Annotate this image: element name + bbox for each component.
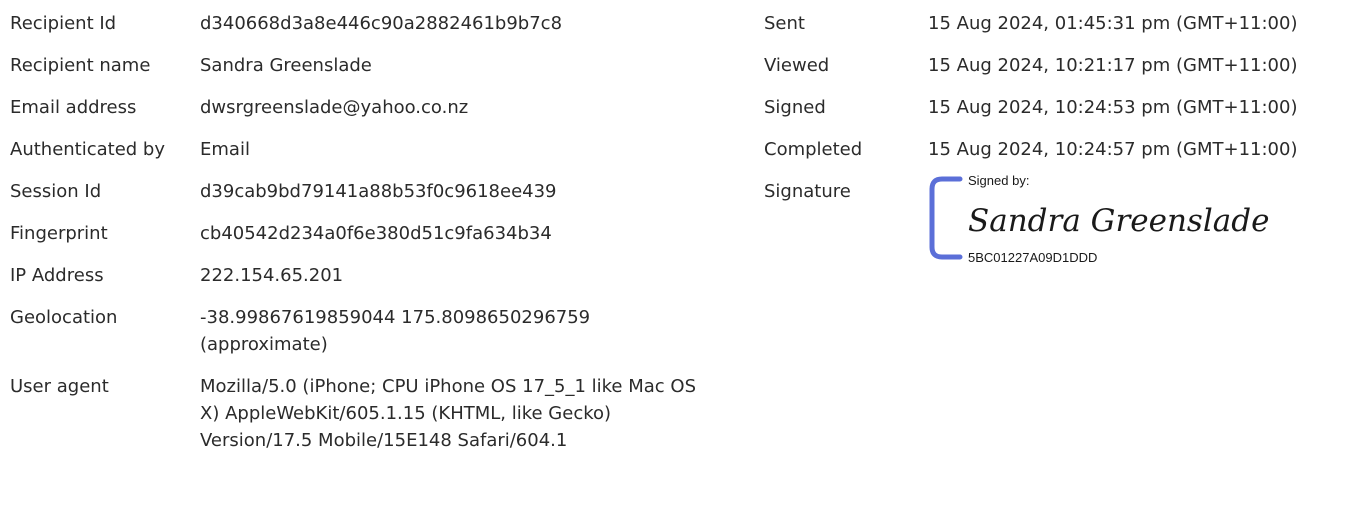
completed-value: 15 Aug 2024, 10:24:57 pm (GMT+11:00) <box>928 139 1298 160</box>
user-agent-value: Mozilla/5.0 (iPhone; CPU iPhone OS 17_5_… <box>200 376 697 451</box>
signature-name: Sandra Greenslade <box>968 203 1269 239</box>
row-geolocation: Geolocation -38.99867619859044 175.80986… <box>10 304 710 358</box>
event-details: Sent 15 Aug 2024, 01:45:31 pm (GMT+11:00… <box>764 10 1364 282</box>
viewed-value: 15 Aug 2024, 10:21:17 pm (GMT+11:00) <box>928 55 1298 76</box>
signature-signed-by: Signed by: <box>968 173 1029 188</box>
signature-graphic: Signed by: Sandra Greenslade 5BC01227A09… <box>929 173 1269 265</box>
ip-address-value: 222.154.65.201 <box>200 265 344 286</box>
sent-label: Sent <box>764 13 805 34</box>
row-recipient-id: Recipient Id d340668d3a8e446c90a2882461b… <box>10 10 710 37</box>
row-user-agent: User agent Mozilla/5.0 (iPhone; CPU iPho… <box>10 373 710 454</box>
geolocation-value: -38.99867619859044 175.8098650296759 (ap… <box>200 307 591 355</box>
row-recipient-name: Recipient name Sandra Greenslade <box>10 52 710 79</box>
row-ip-address: IP Address 222.154.65.201 <box>10 262 710 289</box>
signed-value: 15 Aug 2024, 10:24:53 pm (GMT+11:00) <box>928 97 1298 118</box>
signature-box: Signed by: Sandra Greenslade 5BC01227A09… <box>928 171 1288 267</box>
authenticated-by-value: Email <box>200 139 250 160</box>
row-signed: Signed 15 Aug 2024, 10:24:53 pm (GMT+11:… <box>764 94 1364 121</box>
recipient-name-value: Sandra Greenslade <box>200 55 372 76</box>
viewed-label: Viewed <box>764 55 830 76</box>
recipient-id-label: Recipient Id <box>10 13 117 34</box>
recipient-name-label: Recipient name <box>10 55 151 76</box>
row-fingerprint: Fingerprint cb40542d234a0f6e380d51c9fa63… <box>10 220 710 247</box>
signature-label: Signature <box>764 181 851 202</box>
fingerprint-value: cb40542d234a0f6e380d51c9fa634b34 <box>200 223 552 244</box>
row-email-address: Email address dwsrgreenslade@yahoo.co.nz <box>10 94 710 121</box>
geolocation-label: Geolocation <box>10 307 118 328</box>
row-signature: Signature Signed by: Sandra Greenslade 5… <box>764 173 1364 267</box>
ip-address-label: IP Address <box>10 265 104 286</box>
completed-label: Completed <box>764 139 863 160</box>
row-sent: Sent 15 Aug 2024, 01:45:31 pm (GMT+11:00… <box>764 10 1364 37</box>
row-session-id: Session Id d39cab9bd79141a88b53f0c9618ee… <box>10 178 710 205</box>
authenticated-by-label: Authenticated by <box>10 139 166 160</box>
email-address-label: Email address <box>10 97 137 118</box>
email-address-value: dwsrgreenslade@yahoo.co.nz <box>200 97 469 118</box>
user-agent-label: User agent <box>10 376 109 397</box>
session-id-value: d39cab9bd79141a88b53f0c9618ee439 <box>200 181 557 202</box>
session-id-label: Session Id <box>10 181 102 202</box>
row-completed: Completed 15 Aug 2024, 10:24:57 pm (GMT+… <box>764 136 1364 163</box>
fingerprint-label: Fingerprint <box>10 223 108 244</box>
signed-label: Signed <box>764 97 826 118</box>
sent-value: 15 Aug 2024, 01:45:31 pm (GMT+11:00) <box>928 13 1298 34</box>
row-authenticated-by: Authenticated by Email <box>10 136 710 163</box>
row-viewed: Viewed 15 Aug 2024, 10:21:17 pm (GMT+11:… <box>764 52 1364 79</box>
signature-bracket <box>929 176 963 260</box>
recipient-details: Recipient Id d340668d3a8e446c90a2882461b… <box>10 10 710 469</box>
recipient-id-value: d340668d3a8e446c90a2882461b9b7c8 <box>200 13 563 34</box>
signature-code: 5BC01227A09D1DDD <box>968 250 1097 265</box>
